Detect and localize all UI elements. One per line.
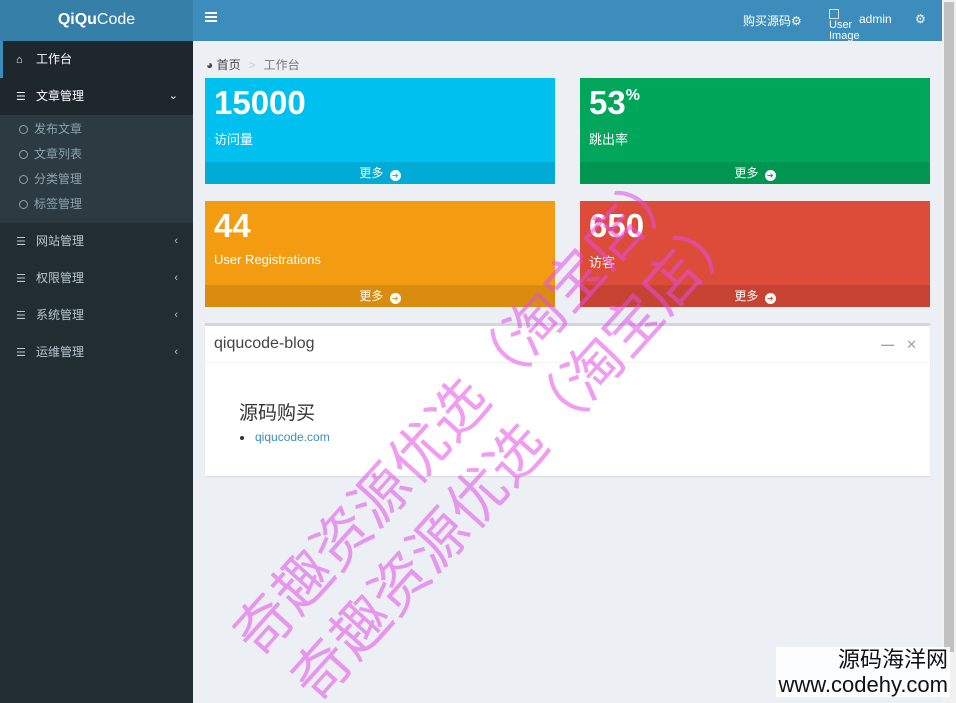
sidebar-item-website[interactable]: ☰ 网站管理 ‹ [0,223,193,260]
list-icon: ☰ [16,91,26,103]
sidebar-subitem-list[interactable]: 文章列表 [0,142,193,167]
stat-value: 53% [589,84,640,121]
sidebar-subitem-publish[interactable]: 发布文章 [0,117,193,142]
panel-title: qiqucode-blog [214,335,315,352]
chevron-left-icon: ‹ [174,272,178,284]
chevron-left-icon: ‹ [174,235,178,247]
list-icon: ☰ [16,273,26,285]
buy-source-label: 购买源码 [743,14,792,28]
sidebar: ⌂ 工作台 ☰ 文章管理 ⌄ 发布文章 文章列表 分类管理 标签管理 ☰ 网站管理 ‹ ☰… [0,41,193,703]
arrow-circle-right-icon: ➜ [764,293,776,304]
breadcrumb-home[interactable]: 首页 [217,58,241,72]
submenu-articles: 发布文章 文章列表 分类管理 标签管理 [0,115,193,223]
sidebar-item-label: 文章管理 [36,89,85,103]
stat-label: 访问量 [214,132,254,147]
username: admin [859,12,892,26]
sidebar-item-dashboard[interactable]: ⌂ 工作台 [0,41,193,78]
broken-image-icon [829,9,839,19]
sidebar-item-label: 系统管理 [36,308,85,322]
avatar[interactable]: User Image [829,9,860,51]
sidebar-item-ops[interactable]: ☰ 运维管理 ‹ [0,334,193,371]
sidebar-subitem-tags[interactable]: 标签管理 [0,192,193,217]
chevron-left-icon: ‹ [174,346,178,358]
sidebar-item-label: 网站管理 [36,234,85,248]
sidebar-subitem-label: 文章列表 [34,147,83,161]
collapse-icon[interactable]: — [881,337,894,352]
chevron-down-icon: ⌄ [168,90,178,102]
sidebar-subitem-label: 分类管理 [34,172,83,186]
stat-box-visits: 15000 访问量 更多 ➜ [205,78,555,184]
list-icon: ☰ [16,310,26,322]
sidebar-toggle-icon[interactable] [205,12,217,26]
scrollbar-thumb[interactable] [944,2,954,652]
stat-label: User Registrations [214,252,321,267]
sidebar-subitem-label: 发布文章 [34,122,83,136]
stat-value: 15000 [214,84,306,121]
buy-source-link[interactable]: 购买源码⚙ [743,12,802,29]
panel-heading: 源码购买 [239,403,316,424]
site-name: 源码海洋网 [837,647,948,672]
panel-link[interactable]: qiqucode.com [255,430,330,444]
sidebar-item-system[interactable]: ☰ 系统管理 ‹ [0,297,193,334]
avatar-alt-text: User Image [829,19,860,42]
chevron-left-icon: ‹ [174,309,178,321]
site-watermark: 源码海洋网 www.codehy.com [776,647,950,697]
sidebar-item-articles[interactable]: ☰ 文章管理 ⌄ [0,78,193,115]
settings-gear-icon[interactable]: ⚙ [915,12,926,26]
stat-label: 跳出率 [589,132,629,147]
arrow-circle-right-icon: ➜ [764,170,776,181]
breadcrumb-current: 工作台 [263,58,300,72]
sidebar-item-label: 运维管理 [36,345,85,359]
sidebar-subitem-label: 标签管理 [34,197,83,211]
list-icon: ☰ [16,347,26,359]
sidebar-item-label: 工作台 [36,52,73,66]
sidebar-item-label: 权限管理 [36,271,85,285]
circle-icon [19,150,28,159]
brand-rest: Code [96,11,136,28]
close-icon[interactable]: ✕ [906,337,917,352]
circle-icon [19,125,28,134]
arrow-circle-right-icon: ➜ [389,293,401,304]
stat-suffix: % [625,87,640,104]
list-icon: ☰ [16,236,26,248]
brand-logo[interactable]: QiQuCode [0,0,193,41]
arrow-circle-right-icon: ➜ [389,170,401,181]
circle-icon [19,175,28,184]
scrollbar[interactable] [942,0,956,703]
user-menu[interactable]: admin [859,12,892,26]
breadcrumb: ◕ 首页 > 工作台 [206,58,300,72]
brand-bold: QiQu [57,11,97,28]
share-icon: ⚙ [791,14,802,28]
home-icon: ⌂ [16,54,23,66]
dashboard-icon: ◕ [206,58,217,72]
stat-value: 44 [214,207,251,244]
panel-tools: — ✕ [869,337,917,353]
top-navbar: 购买源码⚙ User Image admin ⚙ [193,0,942,42]
circle-icon [19,200,28,209]
site-url: www.codehy.com [778,672,948,697]
sidebar-subitem-categories[interactable]: 分类管理 [0,167,193,192]
sidebar-item-permissions[interactable]: ☰ 权限管理 ‹ [0,260,193,297]
more-link[interactable]: 更多 ➜ [205,162,555,184]
list-item: qiqucode.com [240,430,330,444]
